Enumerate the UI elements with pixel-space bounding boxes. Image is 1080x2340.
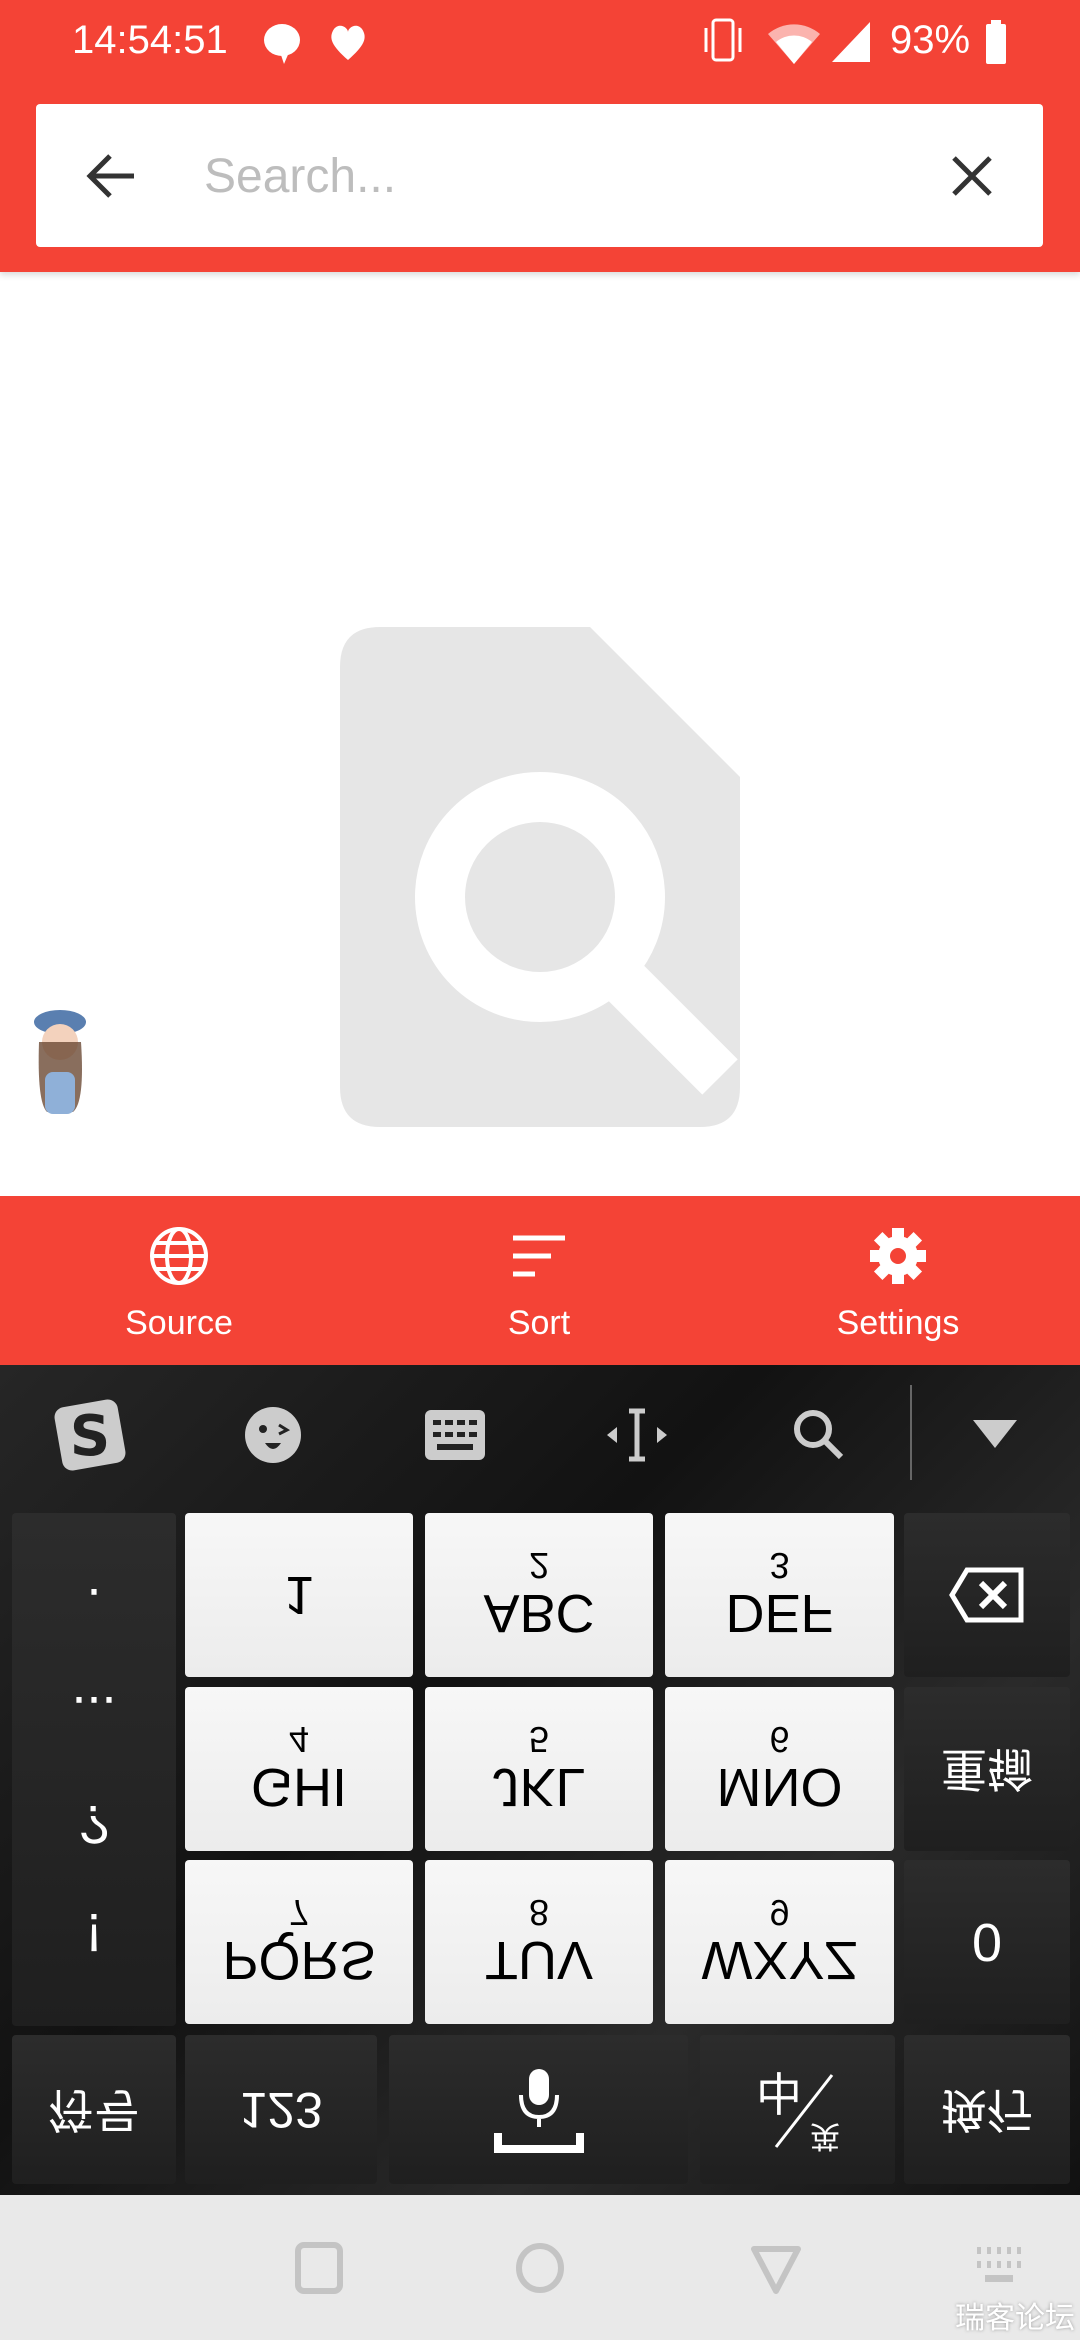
- cursor-icon[interactable]: [597, 1395, 677, 1475]
- key-letters: WXYZ: [701, 1930, 858, 1990]
- punct-key[interactable]: ?: [79, 1794, 109, 1854]
- gear-icon: [870, 1228, 926, 1284]
- close-icon[interactable]: [950, 154, 994, 198]
- zero-key[interactable]: 0: [904, 1860, 1070, 2024]
- language-toggle-key[interactable]: 中 英: [700, 2035, 895, 2184]
- signal-icon: [832, 22, 870, 62]
- key-number: 6: [769, 1719, 790, 1760]
- key-number: 7: [288, 1892, 310, 1933]
- key-1[interactable]: 1: [185, 1513, 413, 1677]
- key-number: 5: [528, 1719, 550, 1760]
- key-3[interactable]: 3 DEF: [665, 1513, 894, 1677]
- key-number: 9: [769, 1892, 790, 1933]
- svg-text:S: S: [70, 1404, 110, 1469]
- key-letters: JKL: [492, 1757, 586, 1817]
- vibrate-icon: [704, 18, 742, 62]
- enter-label: 换行: [941, 2083, 1033, 2136]
- punctuation-column[interactable]: . ... ? !: [12, 1513, 176, 2026]
- key-7[interactable]: 7 PQRS: [185, 1860, 413, 2024]
- watermark: 瑞客论坛: [955, 2302, 1075, 2335]
- search-input[interactable]: [204, 140, 904, 212]
- backspace-icon: [949, 1567, 1024, 1623]
- symbols-key[interactable]: 符号: [12, 2035, 176, 2184]
- source-label: Source: [125, 1304, 233, 1342]
- key-number: 3: [769, 1545, 790, 1586]
- recents-square-icon[interactable]: [294, 2241, 344, 2295]
- punct-key[interactable]: !: [86, 1902, 101, 1962]
- key-letters: DEF: [725, 1583, 834, 1643]
- microphone-space-icon: [493, 2068, 584, 2153]
- keyboard: S . ... ? ! 1 2 ABC 3 DEF 4 GHI 5 JKL 6 MNO 7…: [0, 1365, 1080, 2195]
- key-number: 2: [528, 1545, 550, 1586]
- key-number: 4: [288, 1719, 310, 1760]
- key-8[interactable]: 8 TUV: [425, 1860, 653, 2024]
- key-6[interactable]: 6 MNO: [665, 1687, 894, 1851]
- file-search-icon: [340, 627, 740, 1127]
- search-bar: [36, 104, 1043, 247]
- key-letters: PQRS: [222, 1930, 376, 1990]
- sogou-logo-icon[interactable]: S: [50, 1395, 130, 1475]
- key-9[interactable]: 9 WXYZ: [665, 1860, 894, 2024]
- bottom-toolbar: Source Sort Settings: [0, 1196, 1080, 1365]
- key-letters: TUV: [485, 1930, 593, 1990]
- key-5[interactable]: 5 JKL: [425, 1687, 653, 1851]
- key-letters: ABC: [483, 1583, 595, 1643]
- app-header: 14:54:51 93%: [0, 0, 1080, 272]
- battery-percent: 93%: [890, 18, 971, 62]
- battery-icon: [986, 20, 1006, 64]
- globe-icon: [150, 1227, 208, 1285]
- settings-button[interactable]: Settings: [748, 1196, 1048, 1365]
- key-4[interactable]: 4 GHI: [185, 1687, 413, 1851]
- home-circle-icon[interactable]: [514, 2241, 566, 2295]
- retype-key[interactable]: 重输: [904, 1687, 1070, 1851]
- key-2[interactable]: 2 ABC: [425, 1513, 653, 1677]
- back-arrow-icon[interactable]: [84, 148, 140, 204]
- back-triangle-icon[interactable]: [750, 2245, 802, 2295]
- collapse-icon[interactable]: [955, 1395, 1035, 1475]
- backspace-key[interactable]: [904, 1513, 1070, 1677]
- toolbar-divider: [910, 1385, 912, 1480]
- key-number: 8: [528, 1892, 550, 1933]
- numbers-key[interactable]: 123: [185, 2035, 377, 2184]
- numbers-label: 123: [239, 2081, 323, 2138]
- lang-en-label: 英: [810, 2119, 840, 2152]
- sort-label: Sort: [507, 1304, 571, 1342]
- punct-key[interactable]: .: [86, 1577, 101, 1637]
- emoji-icon[interactable]: [233, 1395, 313, 1475]
- keyboard-switch-icon[interactable]: [975, 2245, 1025, 2295]
- space-voice-key[interactable]: [389, 2035, 688, 2184]
- keyboard-icon[interactable]: [415, 1395, 495, 1475]
- chat-bubble-icon: [264, 24, 300, 64]
- floating-avatar[interactable]: [27, 1002, 93, 1122]
- search-icon[interactable]: [779, 1395, 859, 1475]
- punct-key[interactable]: ...: [71, 1685, 116, 1745]
- enter-key[interactable]: 换行: [904, 2035, 1070, 2184]
- key-letters: 1: [283, 1565, 315, 1625]
- key-letters: GHI: [250, 1757, 347, 1817]
- settings-label: Settings: [836, 1304, 960, 1342]
- retype-label: 重输: [941, 1743, 1033, 1795]
- navigation-bar: 瑞客论坛: [0, 2195, 1080, 2340]
- symbols-label: 符号: [48, 2083, 140, 2136]
- source-button[interactable]: Source: [29, 1196, 329, 1365]
- wifi-icon: [768, 24, 820, 64]
- heart-icon: [331, 25, 365, 60]
- sort-button[interactable]: Sort: [389, 1196, 689, 1365]
- zero-label: 0: [971, 1912, 1003, 1972]
- sort-icon: [513, 1235, 565, 1277]
- status-time: 14:54:51: [72, 18, 228, 62]
- key-letters: MNO: [716, 1757, 843, 1817]
